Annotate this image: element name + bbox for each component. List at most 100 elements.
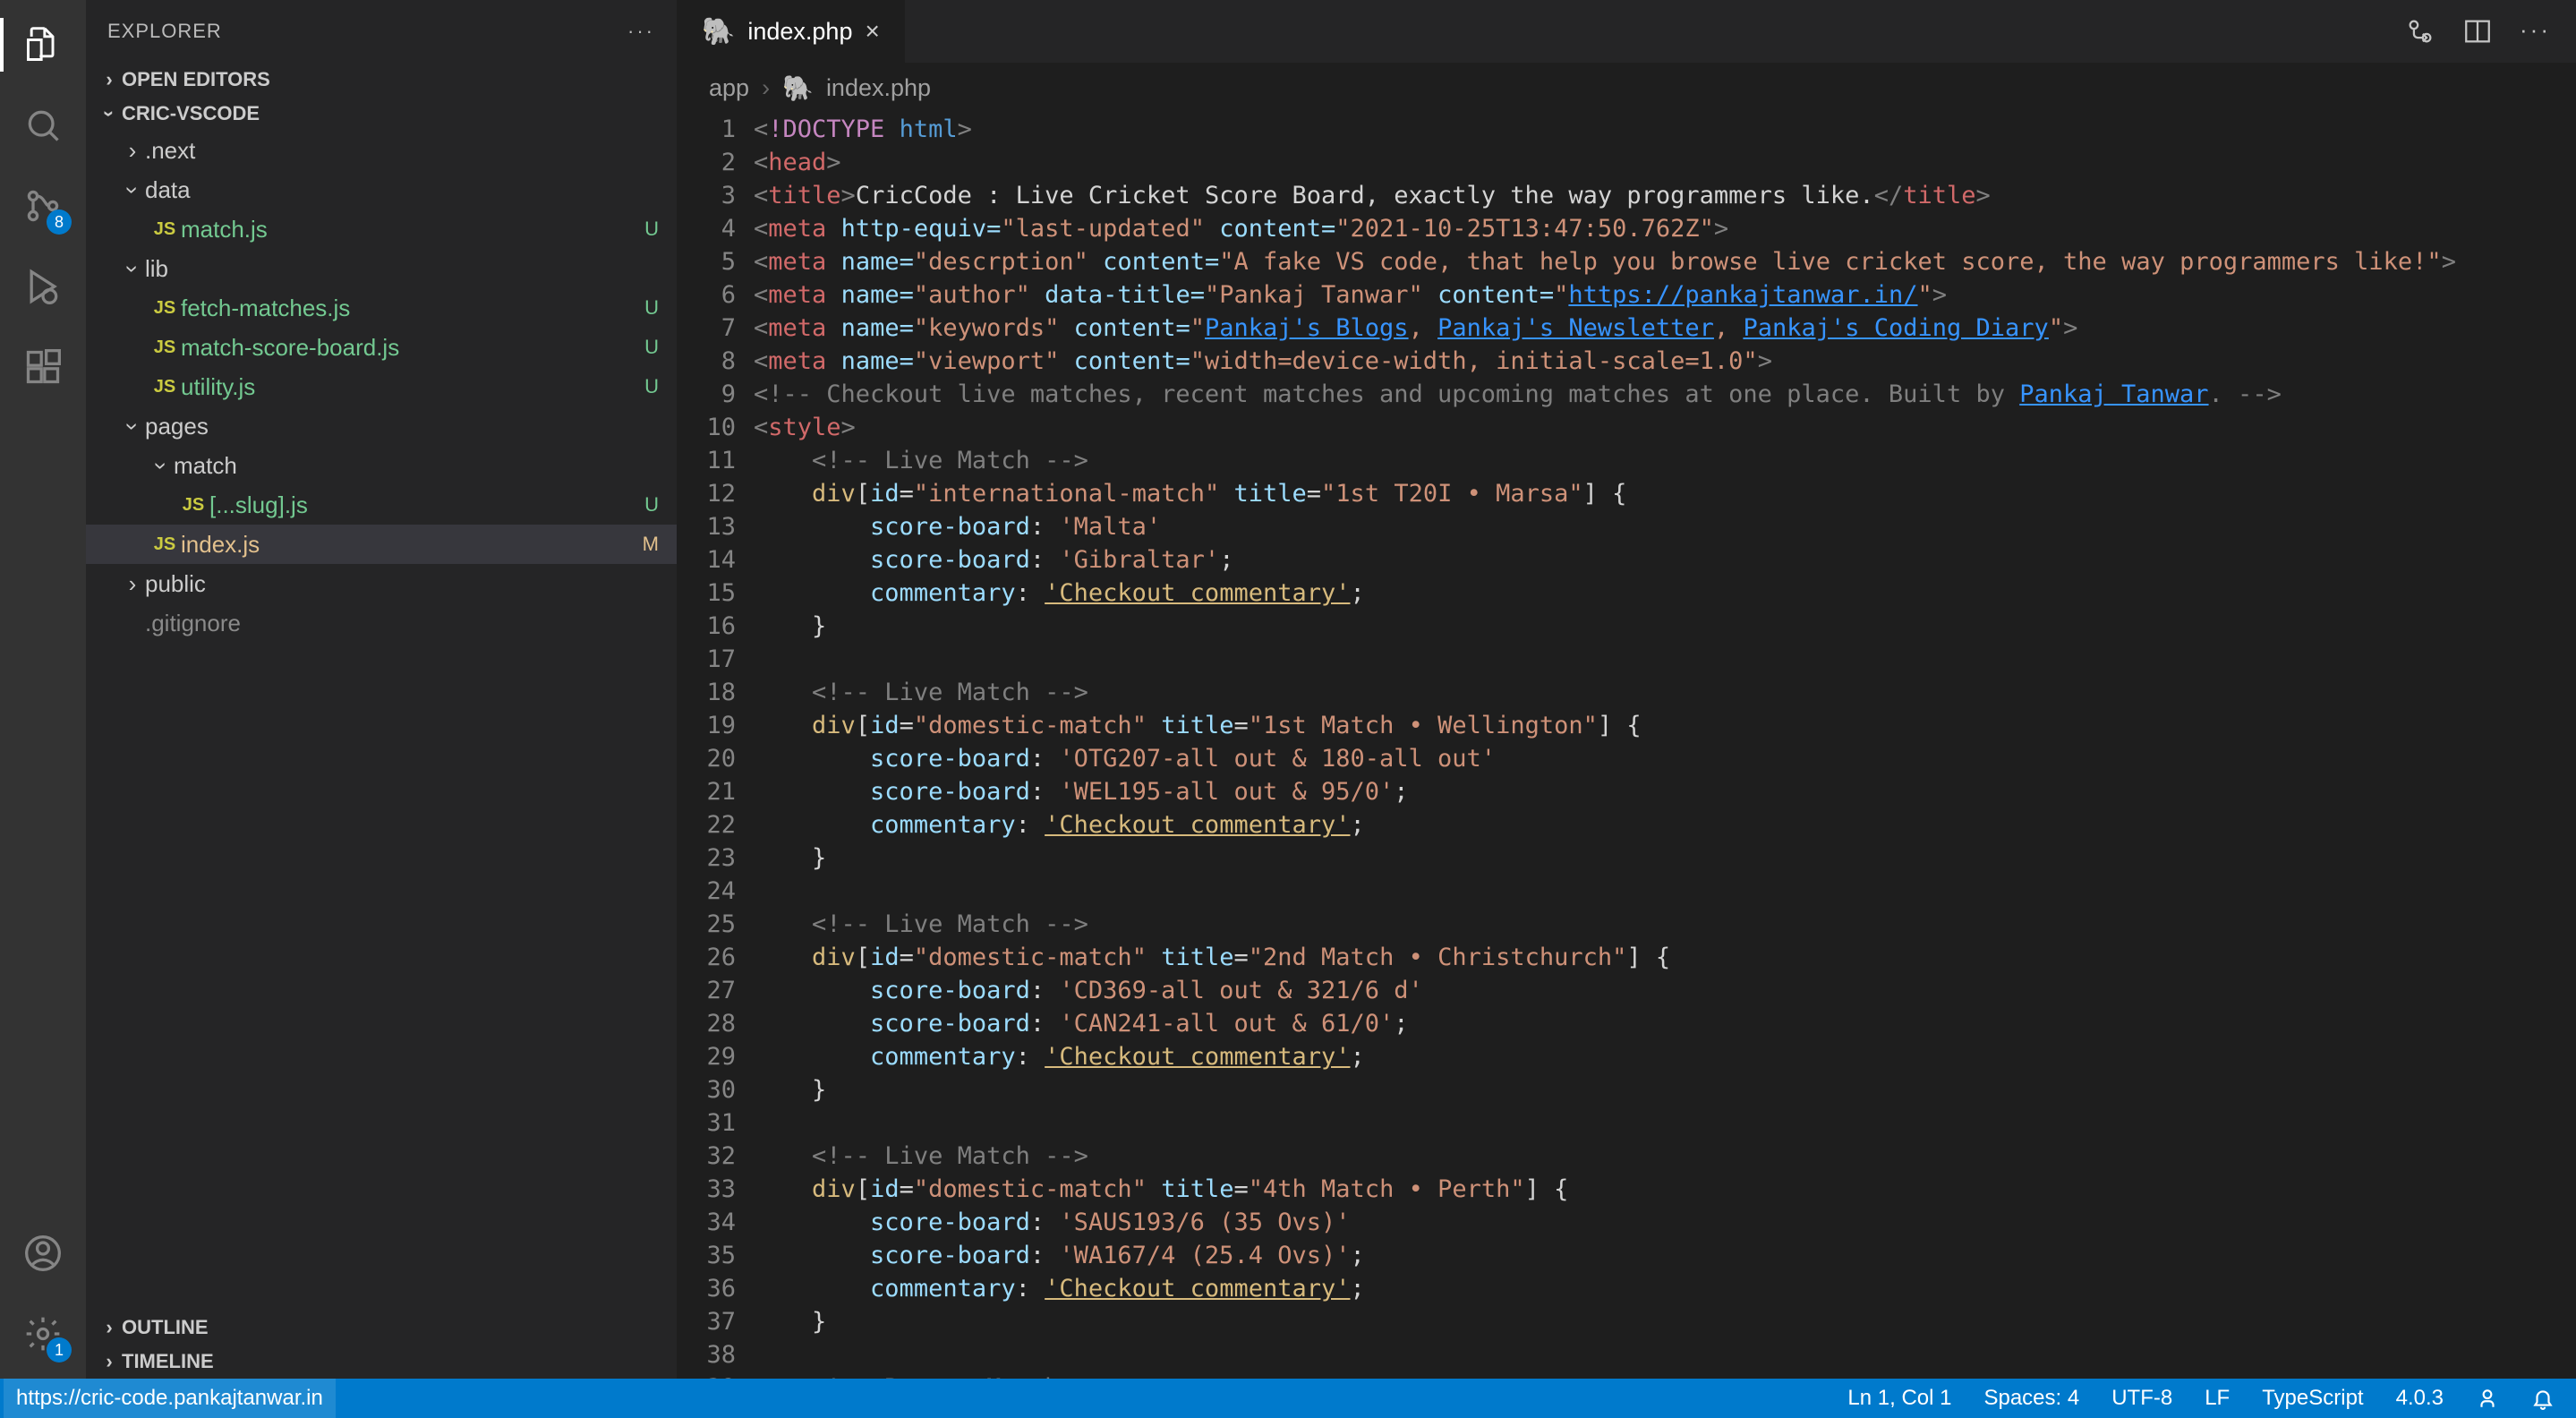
language-mode[interactable]: TypeScript xyxy=(2262,1386,2363,1411)
folder-label: pages xyxy=(145,413,209,440)
git-status: U xyxy=(644,296,659,320)
chevron-down-icon: › xyxy=(98,101,121,126)
line-gutter: 1234567891011121314151617181920212223242… xyxy=(677,113,754,1379)
split-editor-icon[interactable] xyxy=(2462,16,2493,47)
search-icon[interactable] xyxy=(16,98,70,152)
file-label: .gitignore xyxy=(145,610,241,637)
breadcrumb-item[interactable]: app xyxy=(709,74,749,102)
tab-label: index.php xyxy=(747,18,852,46)
outline-label: OUTLINE xyxy=(122,1316,209,1339)
folder-pages-match[interactable]: › match xyxy=(86,446,677,485)
git-status: U xyxy=(644,336,659,359)
file-label: match-score-board.js xyxy=(181,334,399,362)
activity-bar: 8 1 xyxy=(0,0,86,1379)
folder-pages[interactable]: › pages xyxy=(86,406,677,446)
file-score-board[interactable]: JS match-score-board.js U xyxy=(86,328,677,367)
sidebar-explorer: EXPLORER ··· › OPEN EDITORS › CRIC-VSCOD… xyxy=(86,0,677,1379)
js-file-icon: JS xyxy=(149,337,181,358)
chevron-right-icon: › xyxy=(97,68,122,91)
folder-label: match xyxy=(174,452,237,480)
compare-changes-icon[interactable] xyxy=(2405,16,2435,47)
js-file-icon: JS xyxy=(149,298,181,319)
cursor-position[interactable]: Ln 1, Col 1 xyxy=(1847,1386,1951,1411)
folder-data[interactable]: › data xyxy=(86,170,677,209)
lang-label: TypeScript xyxy=(2262,1386,2363,1411)
scm-badge: 8 xyxy=(47,209,72,235)
settings-badge: 1 xyxy=(47,1337,72,1362)
php-file-icon: 🐘 xyxy=(782,73,814,103)
open-editors-label: OPEN EDITORS xyxy=(122,68,270,91)
git-status: U xyxy=(644,375,659,398)
encoding-label: UTF-8 xyxy=(2111,1386,2172,1411)
git-status: M xyxy=(643,533,659,556)
feedback-icon[interactable] xyxy=(2476,1387,2499,1410)
run-debug-icon[interactable] xyxy=(16,260,70,313)
host-label: https://cric-code.pankajtanwar.in xyxy=(16,1386,323,1411)
file-label: index.js xyxy=(181,531,260,559)
js-file-icon: JS xyxy=(149,534,181,555)
explorer-icon[interactable] xyxy=(16,18,70,72)
file-label: fetch-matches.js xyxy=(181,295,350,322)
git-status: U xyxy=(644,493,659,517)
file-fetch-matches[interactable]: JS fetch-matches.js U xyxy=(86,288,677,328)
chevron-down-icon: › xyxy=(148,453,175,478)
tab-index-php[interactable]: 🐘 index.php × xyxy=(677,0,905,63)
cursor-label: Ln 1, Col 1 xyxy=(1847,1386,1951,1411)
extensions-icon[interactable] xyxy=(16,340,70,394)
close-icon[interactable]: × xyxy=(865,17,879,46)
workspace-section[interactable]: › CRIC-VSCODE xyxy=(86,97,677,131)
file-match-js[interactable]: JS match.js U xyxy=(86,209,677,249)
folder-public[interactable]: › public xyxy=(86,564,677,603)
file-label: match.js xyxy=(181,216,268,243)
file-label: utility.js xyxy=(181,373,255,401)
breadcrumb-item[interactable]: index.php xyxy=(826,74,931,102)
folder-next[interactable]: › .next xyxy=(86,131,677,170)
eol[interactable]: LF xyxy=(2205,1386,2230,1411)
php-file-icon: 🐘 xyxy=(702,16,735,47)
js-file-icon: JS xyxy=(149,219,181,240)
account-icon[interactable] xyxy=(16,1226,70,1280)
chevron-right-icon: › xyxy=(97,1316,122,1339)
folder-label: data xyxy=(145,176,191,204)
breadcrumb[interactable]: app › 🐘 index.php xyxy=(677,63,2576,113)
chevron-down-icon: › xyxy=(119,256,147,281)
version-label: 4.0.3 xyxy=(2396,1386,2444,1411)
explorer-title: EXPLORER xyxy=(107,20,222,43)
chevron-right-icon: › xyxy=(120,137,145,165)
file-label: [...slug].js xyxy=(209,491,308,519)
settings-gear-icon[interactable]: 1 xyxy=(16,1307,70,1361)
code-content[interactable]: <!DOCTYPE html><head><title>CricCode : L… xyxy=(754,113,2576,1379)
notifications-icon[interactable] xyxy=(2531,1387,2555,1410)
workspace-label: CRIC-VSCODE xyxy=(122,102,260,125)
open-editors-section[interactable]: › OPEN EDITORS xyxy=(86,63,677,97)
chevron-right-icon: › xyxy=(762,74,770,102)
folder-label: public xyxy=(145,570,206,598)
git-status: U xyxy=(644,218,659,241)
spaces-label: Spaces: 4 xyxy=(1983,1386,2079,1411)
indent-spaces[interactable]: Spaces: 4 xyxy=(1983,1386,2079,1411)
file-gitignore[interactable]: .gitignore xyxy=(86,603,677,643)
file-index-js[interactable]: JS index.js M xyxy=(86,525,677,564)
timeline-section[interactable]: › TIMELINE xyxy=(86,1345,677,1379)
remote-host[interactable]: https://cric-code.pankajtanwar.in xyxy=(4,1379,336,1418)
tabs-row: 🐘 index.php × ··· xyxy=(677,0,2576,63)
folder-label: .next xyxy=(145,137,195,165)
source-control-icon[interactable]: 8 xyxy=(16,179,70,233)
outline-section[interactable]: › OUTLINE xyxy=(86,1311,677,1345)
js-file-icon: JS xyxy=(177,495,209,516)
eol-label: LF xyxy=(2205,1386,2230,1411)
js-file-icon: JS xyxy=(149,377,181,397)
encoding[interactable]: UTF-8 xyxy=(2111,1386,2172,1411)
file-tree: › .next › data JS match.js U › lib JS fe… xyxy=(86,131,677,1311)
editor-area: 🐘 index.php × ··· app › 🐘 index.php 1234… xyxy=(677,0,2576,1379)
chevron-down-icon: › xyxy=(119,177,147,202)
timeline-label: TIMELINE xyxy=(122,1350,214,1373)
file-slug[interactable]: JS [...slug].js U xyxy=(86,485,677,525)
folder-lib[interactable]: › lib xyxy=(86,249,677,288)
chevron-right-icon: › xyxy=(120,570,145,598)
typescript-version[interactable]: 4.0.3 xyxy=(2396,1386,2444,1411)
more-actions-icon[interactable]: ··· xyxy=(2520,16,2551,47)
chevron-down-icon: › xyxy=(119,414,147,439)
explorer-more-icon[interactable]: ··· xyxy=(627,20,655,43)
file-utility[interactable]: JS utility.js U xyxy=(86,367,677,406)
